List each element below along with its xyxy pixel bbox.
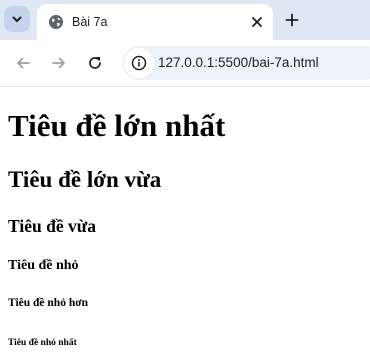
- info-icon: [131, 55, 147, 71]
- address-bar[interactable]: 127.0.0.1:5500/bai-7a.html: [122, 46, 370, 80]
- tab-search-button[interactable]: [4, 6, 30, 32]
- tab-close-button[interactable]: [248, 13, 266, 31]
- globe-icon: [49, 15, 63, 29]
- toolbar: 127.0.0.1:5500/bai-7a.html: [0, 40, 370, 87]
- tab-strip: Bài 7a: [0, 0, 370, 40]
- arrow-right-icon: [52, 57, 65, 69]
- page-content: Tiêu đề lớn nhất Tiêu đề lớn vừa Tiêu đề…: [0, 87, 370, 357]
- tab-active[interactable]: Bài 7a: [37, 4, 273, 40]
- heading-2: Tiêu đề lớn vừa: [8, 167, 162, 192]
- reload-button[interactable]: [83, 51, 107, 75]
- site-info-button[interactable]: [124, 48, 154, 78]
- heading-3: Tiêu đề vừa: [8, 216, 96, 236]
- reload-icon: [89, 57, 101, 69]
- chevron-down-icon: [12, 16, 22, 22]
- new-tab-button[interactable]: [281, 9, 303, 31]
- url-text: 127.0.0.1:5500/bai-7a.html: [158, 55, 319, 70]
- browser-window: Bài 7a 127.0.0.1:5500/bai-7a.html Tiêu đ…: [0, 0, 370, 357]
- forward-button[interactable]: [47, 51, 71, 75]
- back-button[interactable]: [11, 51, 35, 75]
- heading-6: Tiêu đề nhỏ nhất: [8, 338, 77, 348]
- heading-1: Tiêu đề lớn nhất: [8, 108, 226, 143]
- heading-5: Tiêu đề nhỏ hơn: [8, 297, 88, 309]
- heading-4: Tiêu đề nhỏ: [8, 258, 79, 273]
- tab-title: Bài 7a: [72, 15, 108, 29]
- close-icon: [252, 17, 262, 27]
- arrow-left-icon: [17, 57, 30, 69]
- plus-icon: [285, 13, 299, 27]
